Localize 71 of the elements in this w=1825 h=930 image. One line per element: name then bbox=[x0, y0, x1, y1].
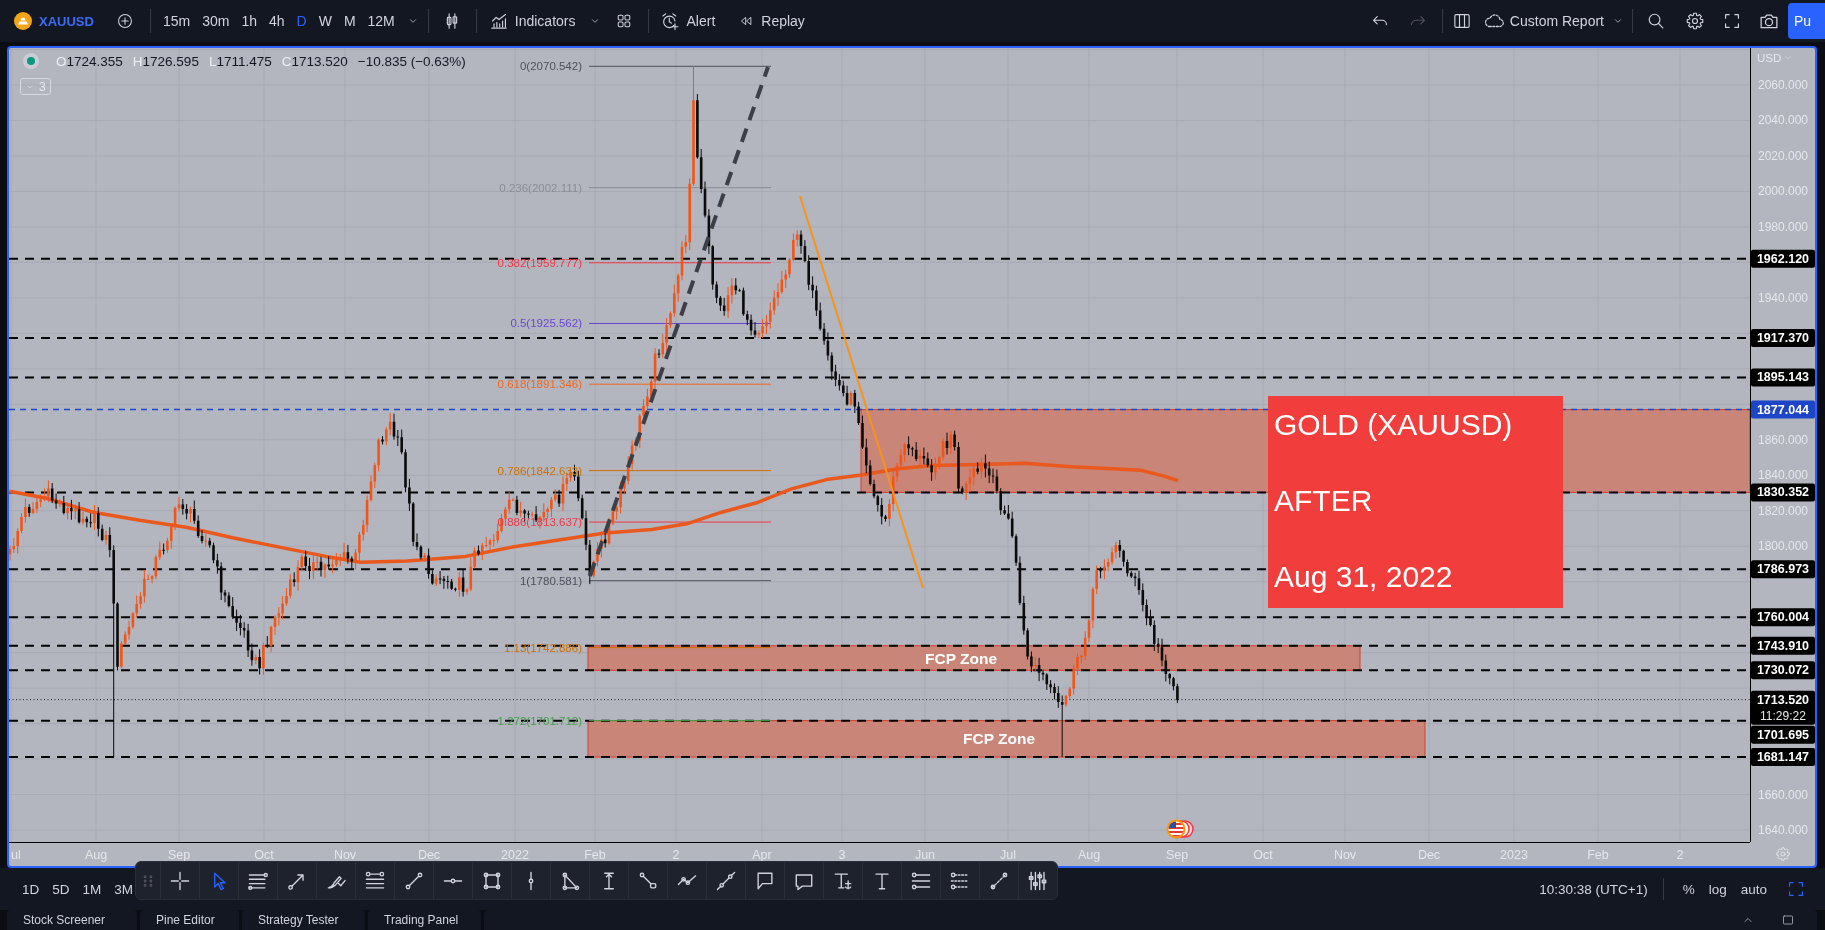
zone-label: FCP Zone bbox=[924, 649, 998, 667]
search-icon[interactable] bbox=[1646, 11, 1666, 31]
replay-button[interactable]: Replay bbox=[738, 6, 805, 36]
clock-text: 10:30:38 (UTC+1) bbox=[1539, 881, 1648, 897]
interval-tab[interactable]: 4h bbox=[262, 7, 291, 35]
symbol-button[interactable]: XAUUSD bbox=[14, 12, 94, 30]
range-button[interactable]: 1M bbox=[80, 876, 104, 902]
price-label: 1830.352 bbox=[1751, 483, 1815, 502]
fullscreen-icon[interactable] bbox=[1722, 11, 1742, 31]
publish-button[interactable]: Pu bbox=[1788, 3, 1825, 39]
fib-level-label: 1(1780.581) bbox=[519, 574, 582, 587]
price-label: 1713.520 11:29:22 bbox=[1751, 690, 1815, 725]
interval-tab[interactable]: 15m bbox=[156, 7, 197, 35]
range-button[interactable]: 5D bbox=[50, 876, 72, 902]
price-label: 1681.147 bbox=[1751, 748, 1815, 767]
ohlc-value: 1726.595 bbox=[142, 53, 199, 69]
ohlc-label: O bbox=[56, 53, 67, 69]
scale-option[interactable]: log bbox=[1703, 876, 1732, 902]
line-chart-icon bbox=[488, 11, 509, 31]
ohlc-value: 1713.520 bbox=[291, 53, 348, 69]
fib-level-label: 0.5(1925.562) bbox=[510, 317, 582, 330]
ohlc-value: 1711.475 bbox=[216, 53, 272, 69]
price-change: −10.835 (−0.63%) bbox=[357, 53, 466, 69]
price-label: 1743.910 bbox=[1751, 636, 1815, 655]
note-text: AFTER bbox=[1274, 484, 1373, 517]
ohlc-label: L bbox=[208, 53, 217, 69]
panel-tab[interactable]: Trading Panel bbox=[368, 910, 481, 930]
note-text: GOLD (XAUUSD) bbox=[1274, 408, 1513, 441]
interval-tab[interactable]: 1h bbox=[235, 7, 263, 35]
price-label: 1730.072 bbox=[1751, 661, 1815, 680]
plus-circle-icon[interactable] bbox=[115, 12, 134, 30]
price-label: 1895.143 bbox=[1751, 368, 1815, 387]
columns-icon[interactable] bbox=[1451, 11, 1472, 31]
scale-option[interactable]: % bbox=[1677, 876, 1700, 902]
alert-button[interactable]: Alert bbox=[660, 6, 716, 36]
interval-tab[interactable]: D bbox=[290, 7, 313, 35]
settings-icon[interactable] bbox=[1685, 11, 1705, 31]
interval-tab[interactable]: 12M bbox=[361, 7, 401, 35]
panel-tab[interactable]: Pine Editor bbox=[140, 910, 239, 930]
panel-tab[interactable]: Strategy Tester bbox=[242, 910, 365, 930]
price-label: 1917.370 bbox=[1751, 329, 1815, 348]
event-flag-icon[interactable] bbox=[1166, 819, 1194, 839]
status-dot-icon bbox=[23, 53, 39, 69]
fib-level-label: 0.382(1959.777) bbox=[497, 256, 582, 269]
price-label: 1962.120 bbox=[1751, 249, 1815, 268]
indicators-button[interactable]: Indicators bbox=[488, 6, 576, 36]
range-button[interactable]: 1D bbox=[20, 876, 42, 902]
ohlc-label: C bbox=[281, 53, 292, 69]
price-label: 1760.004 bbox=[1751, 608, 1815, 627]
note-text: Aug 31, 2022 bbox=[1274, 560, 1453, 593]
fib-level-label: 0(2070.542) bbox=[519, 60, 582, 73]
fib-level-label: 1.272(1701.712) bbox=[497, 714, 582, 727]
panel-tab[interactable]: Stock Screener bbox=[7, 910, 137, 930]
zone-label: FCP Zone bbox=[962, 730, 1036, 748]
expand-icon[interactable] bbox=[1786, 879, 1806, 899]
price-label: 1786.973 bbox=[1751, 560, 1815, 579]
alarm-clock-icon bbox=[660, 11, 681, 31]
scale-option[interactable]: auto bbox=[1735, 876, 1772, 902]
interval-tab[interactable]: M bbox=[337, 7, 362, 35]
layout-button[interactable]: Custom Report bbox=[1482, 6, 1604, 36]
price-label: 1701.695 bbox=[1751, 725, 1815, 744]
ohlc-label: H bbox=[132, 53, 143, 69]
fib-level-label: 0.618(1891.346) bbox=[497, 378, 582, 391]
coin-icon bbox=[14, 12, 32, 30]
fib-level-label: 1.13(1742.886) bbox=[504, 641, 582, 654]
interval-tab[interactable]: 30m bbox=[196, 7, 236, 35]
ohlc-value: 1724.355 bbox=[66, 53, 123, 69]
price-label: 1877.044 bbox=[1751, 400, 1815, 419]
range-button[interactable]: 3M bbox=[112, 876, 136, 902]
interval-tab[interactable]: W bbox=[312, 7, 338, 35]
maximize-icon[interactable] bbox=[1781, 913, 1795, 927]
